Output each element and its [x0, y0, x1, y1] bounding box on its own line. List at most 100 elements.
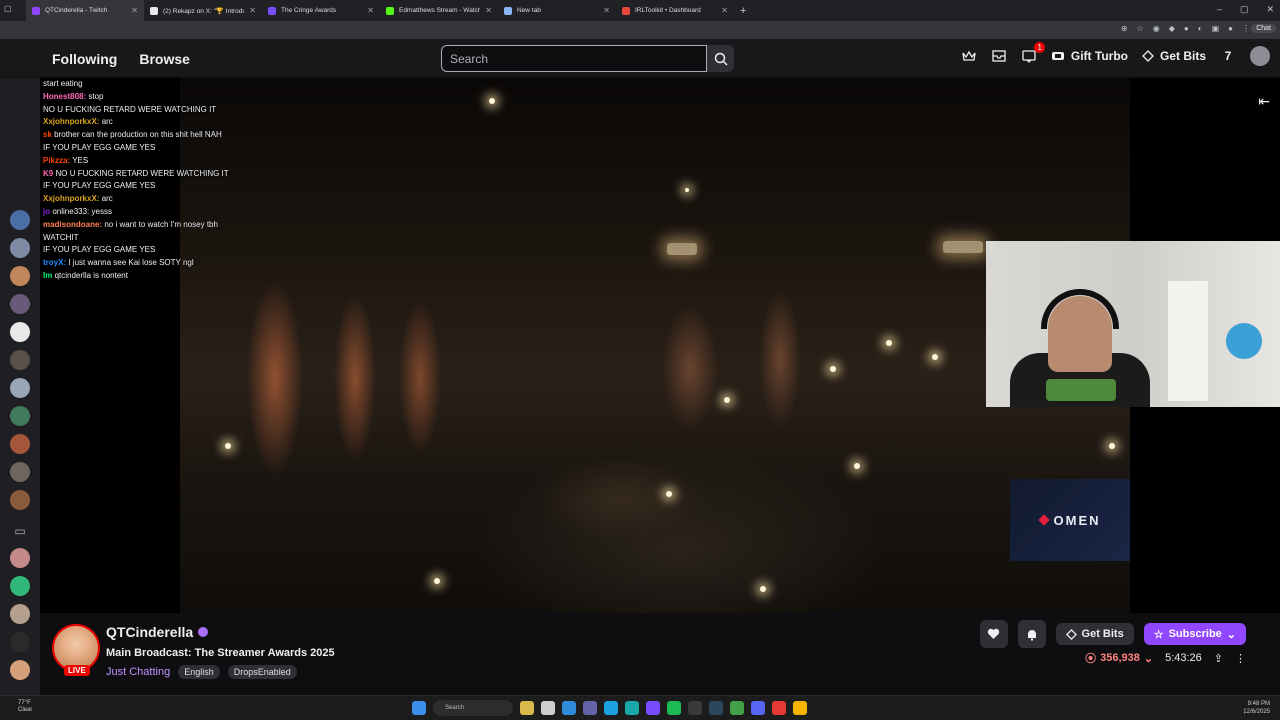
chrome-icon[interactable] — [793, 701, 807, 715]
chat-username[interactable]: jo — [43, 207, 50, 216]
get-bits-button[interactable]: Get Bits — [1055, 623, 1134, 645]
spotify-icon[interactable] — [667, 701, 681, 715]
obs-icon[interactable] — [688, 701, 702, 715]
widgets-icon[interactable] — [520, 701, 534, 715]
more-options-icon[interactable]: ⋮ — [1235, 652, 1246, 665]
search-input[interactable]: Search — [441, 45, 707, 72]
app-icon[interactable] — [583, 701, 597, 715]
channel-avatar[interactable] — [10, 632, 30, 652]
minimize-icon[interactable]: – — [1217, 4, 1222, 15]
clock-date: 12/6/2025 — [1243, 709, 1270, 715]
inbox-icon[interactable] — [991, 48, 1007, 64]
browse-link[interactable]: Browse — [139, 51, 190, 67]
chat-username[interactable]: K9 — [43, 169, 53, 178]
stage-light — [685, 188, 689, 192]
browser-tab[interactable]: QTCinderella - Twitch ✕ — [26, 0, 144, 21]
channel-avatar[interactable] — [10, 266, 30, 286]
camera-icon[interactable]: ▭ — [12, 524, 28, 540]
chat-username[interactable]: sk — [43, 130, 52, 139]
channel-name[interactable]: QTCinderella — [106, 624, 193, 640]
channel-avatar[interactable] — [10, 462, 30, 482]
channel-avatar[interactable] — [10, 604, 30, 624]
channel-avatar[interactable] — [10, 434, 30, 454]
chat-username[interactable]: Pikzza: — [43, 156, 70, 165]
chat-username[interactable]: madisondoane: — [43, 220, 102, 229]
channel-avatar[interactable] — [10, 490, 30, 510]
category-link[interactable]: Just Chatting — [106, 666, 170, 678]
channel-avatar[interactable] — [10, 350, 30, 370]
close-tab-icon[interactable]: ✕ — [721, 6, 728, 15]
tag-english[interactable]: English — [178, 665, 220, 679]
collapse-chat-icon[interactable]: ⇤ — [1258, 93, 1270, 110]
zoom-icon[interactable]: ⊕ — [1121, 24, 1128, 33]
app-icon[interactable] — [562, 701, 576, 715]
video-player[interactable]: OMEN ⇤ start eating Honest808: stop NO U … — [40, 78, 1280, 613]
chat-username[interactable]: troyX: — [43, 258, 66, 267]
following-link[interactable]: Following — [52, 51, 117, 67]
browser-tab[interactable]: Edmatthews Stream - Watch Live ✕ — [380, 0, 498, 21]
channel-avatar[interactable] — [10, 576, 30, 596]
search-button[interactable] — [707, 45, 734, 72]
close-window-icon[interactable]: ✕ — [1266, 4, 1274, 15]
channel-avatar[interactable] — [10, 660, 30, 680]
channel-avatar[interactable] — [10, 238, 30, 258]
app-icon[interactable] — [772, 701, 786, 715]
taskbar-clock[interactable]: 9:48 PM 12/6/2025 — [1243, 700, 1270, 716]
windows-start-icon[interactable] — [412, 701, 426, 715]
chat-message: XxjohnporkxX: arc — [43, 193, 343, 206]
chat-pill-button[interactable]: Chat — [1251, 24, 1276, 33]
chat-username[interactable]: Honest808: — [43, 92, 86, 101]
profile-icon[interactable]: ● — [1228, 24, 1233, 33]
chat-username[interactable]: XxjohnporkxX: — [43, 194, 99, 203]
extension-icon[interactable]: ◉ — [1153, 24, 1160, 33]
close-tab-icon[interactable]: ✕ — [131, 6, 138, 15]
user-avatar[interactable] — [1250, 46, 1270, 66]
app-icon[interactable] — [604, 701, 618, 715]
close-tab-icon[interactable]: ✕ — [603, 6, 610, 15]
edge-icon[interactable] — [625, 701, 639, 715]
browser-tab[interactable]: (2) Rekapz on X: "🏆 Introducing ✕ — [144, 0, 262, 21]
browser-tab[interactable]: The Cringe Awards ✕ — [262, 0, 380, 21]
weather-widget[interactable]: 77°F Clear — [18, 700, 32, 714]
close-tab-icon[interactable]: ✕ — [485, 6, 492, 15]
extension-icon[interactable]: ◆ — [1169, 24, 1175, 33]
channel-avatar[interactable] — [10, 548, 30, 568]
taskbar-search[interactable]: Search — [433, 700, 513, 716]
chat-username[interactable]: XxjohnporkxX: — [43, 117, 99, 126]
browser-tab[interactable]: New tab ✕ — [498, 0, 616, 21]
maximize-icon[interactable]: ▢ — [1240, 4, 1249, 15]
new-tab-button[interactable]: + — [734, 5, 752, 17]
steam-icon[interactable] — [709, 701, 723, 715]
chat-username[interactable]: Im — [43, 271, 52, 280]
crown-icon[interactable] — [961, 48, 977, 64]
notifications-icon[interactable]: 1 — [1021, 42, 1045, 64]
close-tab-icon[interactable]: ✕ — [367, 6, 374, 15]
share-icon[interactable]: ⇪ — [1214, 652, 1223, 665]
close-tab-icon[interactable]: ✕ — [249, 6, 256, 15]
browser-tab[interactable]: IRLToolkit • Dashboard ✕ — [616, 0, 734, 21]
extension-icon[interactable]: ◐ — [1198, 24, 1203, 33]
channel-avatar[interactable] — [10, 378, 30, 398]
app-icon[interactable] — [646, 701, 660, 715]
menu-dots-icon[interactable]: ⋮ — [1242, 24, 1250, 33]
address-bar: ⊕ ☆ ◉ ◆ ● ◐ ▣ ● ⋮ Chat — [0, 21, 1280, 39]
extension-icon[interactable]: ● — [1184, 24, 1189, 33]
tag-drops[interactable]: DropsEnabled — [227, 665, 297, 679]
channel-avatar[interactable] — [10, 322, 30, 342]
channel-avatar[interactable] — [10, 294, 30, 314]
notification-bell-button[interactable] — [1017, 620, 1046, 648]
viewer-count[interactable]: ⦿ 356,938 ⌄ — [1085, 650, 1153, 666]
follow-heart-button[interactable] — [979, 620, 1008, 648]
bookmark-star-icon[interactable]: ☆ — [1137, 24, 1144, 33]
channel-avatar[interactable] — [10, 210, 30, 230]
app-icon[interactable] — [751, 701, 765, 715]
gift-turbo-button[interactable]: Gift Turbo — [1051, 49, 1128, 63]
channel-avatar[interactable] — [10, 406, 30, 426]
get-bits-nav-button[interactable]: Get Bits — [1142, 49, 1206, 63]
subscribe-button[interactable]: ☆ Subscribe ⌄ — [1143, 623, 1246, 645]
window-icon[interactable]: ▢ — [4, 4, 12, 13]
task-view-icon[interactable] — [541, 701, 555, 715]
extension-icon[interactable]: ▣ — [1212, 24, 1220, 33]
extension-7tv-icon[interactable]: 7 — [1220, 48, 1236, 64]
app-icon[interactable] — [730, 701, 744, 715]
